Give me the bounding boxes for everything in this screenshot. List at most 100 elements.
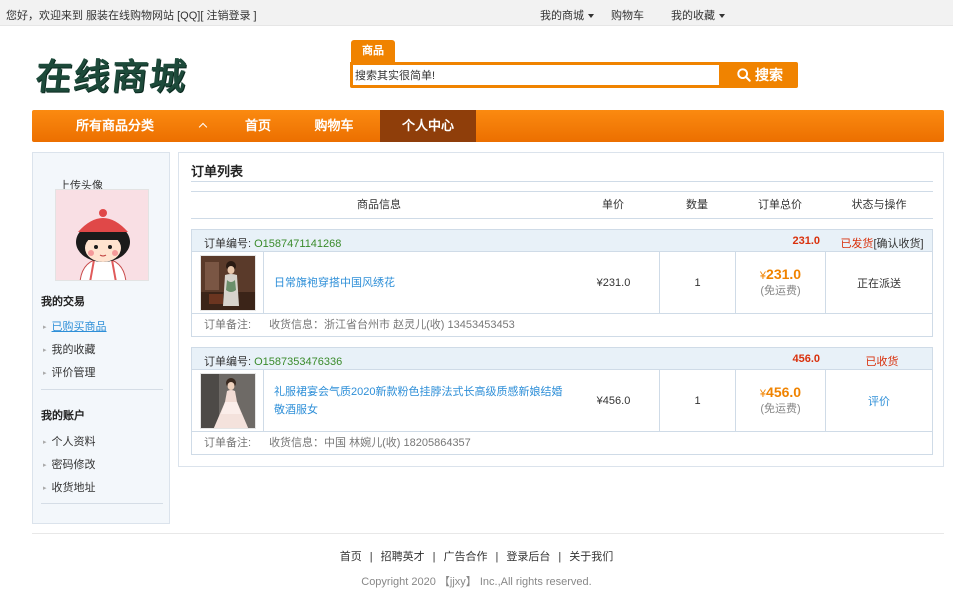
order-header: 订单编号: O1587471141268 231.0 已发货[确认收货] (192, 230, 932, 252)
status-badge: 已发货 (840, 238, 874, 250)
nav-personal-center[interactable]: 个人中心 (380, 110, 476, 142)
review-button[interactable]: 评价 (868, 393, 890, 409)
logout-link[interactable]: [ 注销登录 ] (200, 10, 256, 22)
status-badge: 已收货 (865, 356, 899, 368)
sidebar-item-address[interactable]: ▸ 收货地址 (43, 479, 96, 495)
confirm-receipt-button[interactable]: [确认收货] (873, 238, 923, 250)
sidebar-item-profile[interactable]: ▸ 个人资料 (43, 433, 96, 449)
bullet-icon: ▸ (43, 324, 47, 332)
order-item-row: 礼服裙宴会气质2020新款粉色挂脖法式长高级质感新娘结婚敬酒服女 ¥456.0 … (192, 370, 932, 432)
order-total-header: 456.0 (792, 353, 820, 365)
account-heading: 我的账户 (41, 410, 85, 422)
avatar[interactable] (55, 189, 149, 281)
page-title: 订单列表 (191, 164, 244, 179)
order-card: 订单编号: O1587471141268 231.0 已发货[确认收货] 日常旗… (191, 229, 933, 337)
qipao-photo (201, 256, 255, 310)
unit-price: ¥231.0 (596, 276, 631, 289)
bullet-icon: ▸ (43, 462, 47, 470)
product-name-link[interactable]: 日常旗袍穿搭中国风绣花 (274, 252, 566, 313)
unit-price-cell: ¥456.0 (568, 370, 660, 431)
col-product-info: 商品信息 (357, 199, 401, 211)
top-bar: 您好，欢迎来到 服装在线购物网站 [QQ][ 注销登录 ] 我的商城 购物车 我… (0, 0, 953, 26)
order-number-value: O1587471141268 (254, 238, 342, 250)
sidebar-item-label: 已购买商品 (51, 321, 107, 333)
order-number-value: O1587353476336 (254, 356, 343, 368)
quantity-cell: 1 (660, 370, 736, 431)
shipping-fee: (免运费) (760, 402, 801, 415)
favorites-menu[interactable]: 我的收藏 (671, 7, 725, 23)
unit-price-cell: ¥231.0 (568, 252, 660, 313)
search-input[interactable] (353, 65, 719, 85)
total-cell: ¥456.0 (免运费) (736, 370, 826, 431)
footer-divider (32, 533, 944, 534)
top-cart-label: 购物车 (611, 10, 644, 22)
quantity: 1 (694, 394, 701, 407)
nav-all-categories[interactable]: 所有商品分类 (60, 110, 170, 142)
search-box: 搜索 (350, 62, 798, 88)
col-status-actions: 状态与操作 (851, 199, 907, 211)
order-number: 订单编号: O1587353476336 (204, 353, 342, 369)
col-order-total: 订单总价 (758, 199, 802, 211)
operation-cell: 评价 (826, 370, 932, 431)
order-status: 已收货 (832, 353, 932, 369)
orders-table-header: 商品信息 单价 数量 订单总价 状态与操作 (191, 191, 933, 219)
footer-separator: | (432, 551, 436, 563)
quantity-cell: 1 (660, 252, 736, 313)
shipping-info: 收货信息：浙江省台州市 赵灵儿(收) 13453453453 (269, 319, 515, 331)
footer-separator: | (558, 551, 562, 563)
order-status: 已发货[确认收货] (832, 235, 932, 251)
product-name-link[interactable]: 礼服裙宴会气质2020新款粉色挂脖法式长高级质感新娘结婚敬酒服女 (274, 370, 566, 431)
footer-link-about[interactable]: 关于我们 (569, 551, 613, 563)
product-thumbnail[interactable] (200, 255, 256, 311)
delivery-status: 正在派送 (857, 277, 901, 290)
caret-down-icon (719, 14, 725, 19)
sidebar-item-label: 我的收藏 (51, 344, 96, 356)
footer-links: 首页 | 招聘英才 | 广告合作 | 登录后台 | 关于我们 (0, 548, 953, 564)
order-total-header: 231.0 (792, 235, 820, 247)
footer-link-home[interactable]: 首页 (340, 551, 362, 563)
nav-home[interactable]: 首页 (236, 110, 280, 142)
my-mall-menu[interactable]: 我的商城 (540, 7, 594, 23)
quantity: 1 (694, 276, 701, 289)
col-unit-price: 单价 (602, 199, 624, 211)
nav-collapse-toggle[interactable] (190, 110, 216, 142)
footer-link-advertising[interactable]: 广告合作 (444, 551, 488, 563)
thumb-cell (192, 252, 264, 313)
site-logo[interactable]: 在线商城 (33, 48, 190, 100)
sidebar-item-password[interactable]: ▸ 密码修改 (43, 456, 96, 472)
search-category-tab[interactable]: 商品 (351, 40, 395, 62)
title-divider (191, 181, 933, 182)
sidebar-item-reviews[interactable]: ▸ 评价管理 (43, 364, 96, 380)
sidebar-item-label: 个人资料 (51, 436, 96, 448)
qq-link[interactable]: [QQ] (177, 10, 200, 22)
favorites-label: 我的收藏 (671, 10, 715, 22)
sidebar-item-label: 评价管理 (51, 367, 96, 379)
sidebar: 上传头像 我的交易 ▸ 已购买商品 ▸ 我的收藏 ▸ 评价管理 我的账户 ▸ 个人资料 … (32, 152, 170, 524)
sidebar-item-purchased[interactable]: ▸ 已购买商品 (43, 318, 107, 334)
search-icon (737, 68, 751, 82)
greeting-text: 您好，欢迎来到 服装在线购物网站 (6, 10, 175, 22)
col-quantity: 数量 (686, 199, 708, 211)
order-item-row: 日常旗袍穿搭中国风绣花 ¥231.0 1 ¥231.0 (免运费) 正在派送 (192, 252, 932, 314)
search-button-label: 搜索 (755, 67, 783, 83)
main-nav: 所有商品分类 首页 购物车 个人中心 (32, 110, 944, 142)
operation-cell: 正在派送 (826, 252, 932, 313)
product-thumbnail[interactable] (200, 373, 256, 429)
order-card: 订单编号: O1587353476336 456.0 已收货 礼服裙宴会气质20… (191, 347, 933, 455)
order-header: 订单编号: O1587353476336 456.0 已收货 (192, 348, 932, 370)
footer-link-careers[interactable]: 招聘英才 (381, 551, 425, 563)
order-note: 订单备注: 收货信息：中国 林婉儿(收) 18205864357 (192, 432, 932, 454)
footer-link-admin-login[interactable]: 登录后台 (506, 551, 550, 563)
search-button[interactable]: 搜索 (722, 62, 798, 88)
top-cart-link[interactable]: 购物车 (611, 7, 644, 23)
nav-cart[interactable]: 购物车 (304, 110, 364, 142)
my-mall-label: 我的商城 (540, 10, 584, 22)
order-total-price: ¥231.0 (免运费) (760, 266, 801, 299)
order-number-label: 订单编号: (204, 238, 252, 250)
sidebar-item-favorites[interactable]: ▸ 我的收藏 (43, 341, 96, 357)
welcome-text: 您好，欢迎来到 服装在线购物网站 [QQ][ 注销登录 ] (6, 7, 257, 23)
sidebar-divider (41, 503, 163, 504)
orders-panel: 订单列表 商品信息 单价 数量 订单总价 状态与操作 订单编号: O158747… (178, 152, 944, 467)
bullet-icon: ▸ (43, 439, 47, 447)
order-total-price: ¥456.0 (免运费) (760, 384, 801, 417)
